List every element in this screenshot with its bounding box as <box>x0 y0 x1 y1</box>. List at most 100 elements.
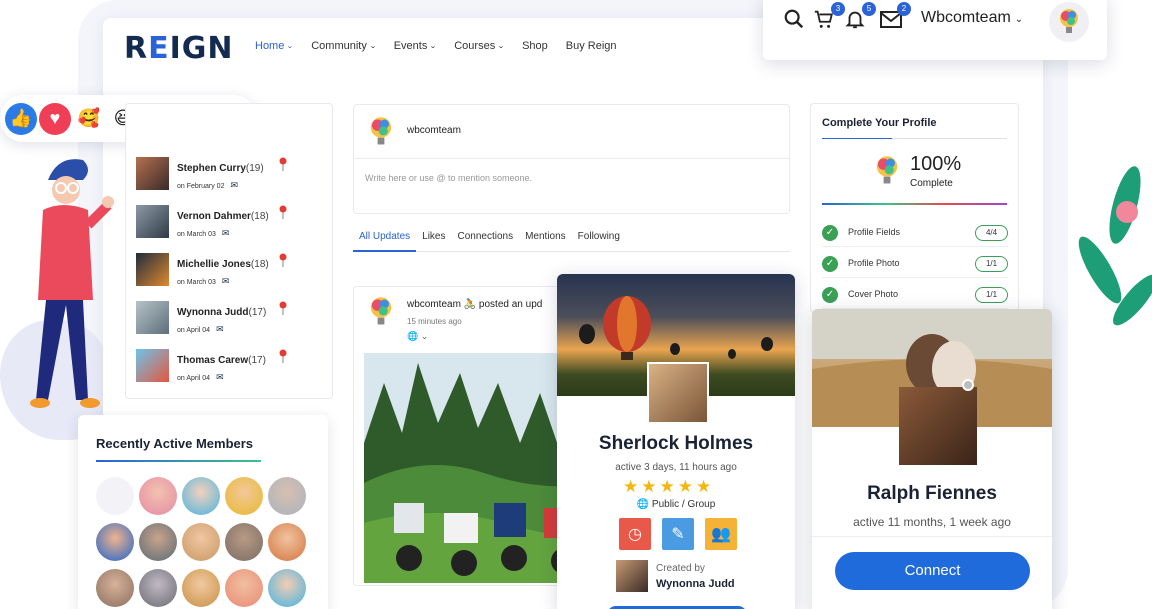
member-name[interactable]: Wynonna Judd(17) <box>177 307 266 318</box>
member-row[interactable]: Vernon Dahmer(18) on March 03 ✉ <box>136 205 326 241</box>
search-icon[interactable] <box>783 8 807 32</box>
profile-completion-widget: Complete Your Profile 100% Complete ✓ Pr… <box>810 103 1019 313</box>
location-pin-icon <box>279 301 287 315</box>
member-avatar[interactable] <box>899 387 977 465</box>
activity-tabs: All Updates Likes Connections Mentions F… <box>353 230 790 252</box>
member-avatar[interactable] <box>139 523 177 561</box>
member-avatar[interactable] <box>225 569 263 607</box>
mail-icon[interactable]: ✉ <box>222 228 230 239</box>
member-row[interactable]: Michellie Jones(18) on March 03 ✉ <box>136 253 326 289</box>
member-row[interactable]: Thomas Carew(17) on April 04 ✉ <box>136 349 326 385</box>
member-name[interactable]: Vernon Dahmer(18) <box>177 211 269 222</box>
header-username[interactable]: Wbcomteam ⌄ <box>921 9 1023 27</box>
header-user-bar: 3 5 2 Wbcomteam ⌄ <box>763 0 1107 60</box>
tab-mentions[interactable]: Mentions <box>519 230 572 252</box>
tab-following[interactable]: Following <box>572 230 626 252</box>
mail-icon[interactable]: ✉ <box>216 372 224 383</box>
member-avatar[interactable] <box>268 523 306 561</box>
clock-icon[interactable]: ◷ <box>619 518 651 550</box>
post-author[interactable]: wbcomteam <box>407 299 461 310</box>
member-date: on March 03 ✉ <box>177 276 230 287</box>
member-avatar[interactable] <box>182 523 220 561</box>
chevron-down-icon: ⌄ <box>368 43 377 50</box>
post-time: 15 minutes ago <box>407 317 462 326</box>
user-avatar <box>876 156 898 184</box>
nav-home[interactable]: Home ⌄ <box>255 40 295 52</box>
nav-courses[interactable]: Courses ⌄ <box>454 40 505 52</box>
location-pin-icon <box>279 205 287 219</box>
group-last-active: active 3 days, 11 hours ago <box>615 462 737 473</box>
nav-buy-reign[interactable]: Buy Reign <box>566 40 617 52</box>
tab-connections[interactable]: Connections <box>452 230 520 252</box>
mail-icon[interactable]: ✉ <box>230 180 238 191</box>
character-illustration <box>30 159 114 408</box>
nav-events[interactable]: Events ⌄ <box>394 40 437 52</box>
members-widget: Stephen Curry(19) on February 02 ✉ Vernon… <box>125 103 333 399</box>
member-avatar[interactable] <box>136 205 169 238</box>
bell-icon[interactable]: 5 <box>844 2 876 32</box>
completion-percent: 100% <box>910 153 962 175</box>
mail-icon[interactable]: 2 <box>879 2 911 32</box>
user-avatar[interactable] <box>366 295 396 329</box>
group-type: 🌐 Public / Group <box>636 499 716 510</box>
location-pin-icon <box>279 349 287 363</box>
active-members-grid <box>96 477 306 607</box>
member-avatar[interactable] <box>96 523 134 561</box>
member-avatar[interactable] <box>136 157 169 190</box>
member-name[interactable]: Michellie Jones(18) <box>177 259 269 270</box>
members-icon[interactable]: 👥 <box>705 518 737 550</box>
member-row[interactable]: Stephen Curry(19) on February 02 ✉ <box>136 157 326 193</box>
globe-icon[interactable]: 🌐 ⌄ <box>407 331 428 342</box>
like-reaction-icon[interactable]: 👍 <box>5 102 37 135</box>
member-avatar[interactable] <box>139 569 177 607</box>
member-avatar[interactable] <box>225 523 263 561</box>
profile-row[interactable]: ✓ Profile Photo 1/1 <box>822 252 1008 278</box>
member-avatar[interactable] <box>182 569 220 607</box>
creator-name[interactable]: Wynonna Judd <box>656 578 735 590</box>
check-icon: ✓ <box>822 225 838 241</box>
member-avatar[interactable] <box>136 253 169 286</box>
user-avatar[interactable] <box>1049 2 1089 42</box>
nav-shop[interactable]: Shop <box>522 40 548 52</box>
tab-all-updates[interactable]: All Updates <box>353 230 417 252</box>
connect-button[interactable]: Connect <box>835 552 1030 590</box>
member-avatar[interactable] <box>136 349 169 382</box>
cart-icon[interactable]: 3 <box>813 2 845 32</box>
mail-icon[interactable]: ✉ <box>216 324 224 335</box>
member-avatar[interactable] <box>139 477 177 515</box>
row-label: Profile Photo <box>848 258 900 268</box>
main-nav: Home ⌄ Community ⌄ Events ⌄ Courses ⌄ Shop B… <box>255 40 635 52</box>
member-name[interactable]: Ralph Fiennes <box>812 483 1052 505</box>
completion-label: Complete <box>910 178 953 189</box>
creator-avatar[interactable] <box>616 560 648 592</box>
row-label: Profile Fields <box>848 227 901 237</box>
profile-row[interactable]: ✓ Profile Fields 4/4 <box>822 221 1008 247</box>
member-avatar[interactable] <box>96 569 134 607</box>
profile-row[interactable]: ✓ Cover Photo 1/1 <box>822 283 1008 309</box>
row-label: Cover Photo <box>848 289 899 299</box>
tab-likes[interactable]: Likes <box>416 230 451 252</box>
care-reaction-icon[interactable]: 🥰 <box>73 103 105 135</box>
nav-community[interactable]: Community ⌄ <box>311 40 376 52</box>
edit-icon[interactable]: ✎ <box>662 518 694 550</box>
member-avatar[interactable] <box>225 477 263 515</box>
member-avatar[interactable] <box>268 477 306 515</box>
member-avatar[interactable] <box>182 477 220 515</box>
group-avatar[interactable] <box>647 362 709 424</box>
member-date: on April 04 ✉ <box>177 324 224 335</box>
member-avatar[interactable] <box>136 301 169 334</box>
messages-badge: 2 <box>897 2 911 16</box>
chevron-down-icon: ⌄ <box>286 43 295 50</box>
member-avatar[interactable] <box>268 569 306 607</box>
reign-logo[interactable]: REIGN <box>124 31 234 66</box>
user-avatar[interactable] <box>366 115 396 149</box>
group-name[interactable]: Sherlock Holmes <box>557 433 795 455</box>
mail-icon[interactable]: ✉ <box>222 276 230 287</box>
post-input[interactable]: Write here or use @ to mention someone. <box>365 173 532 183</box>
love-reaction-icon[interactable]: ♥ <box>39 102 71 135</box>
member-name[interactable]: Stephen Curry(19) <box>177 163 264 174</box>
member-row[interactable]: Wynonna Judd(17) on April 04 ✉ <box>136 301 326 337</box>
member-date: on February 02 ✉ <box>177 180 239 191</box>
member-avatar[interactable] <box>96 477 134 515</box>
member-name[interactable]: Thomas Carew(17) <box>177 355 266 366</box>
